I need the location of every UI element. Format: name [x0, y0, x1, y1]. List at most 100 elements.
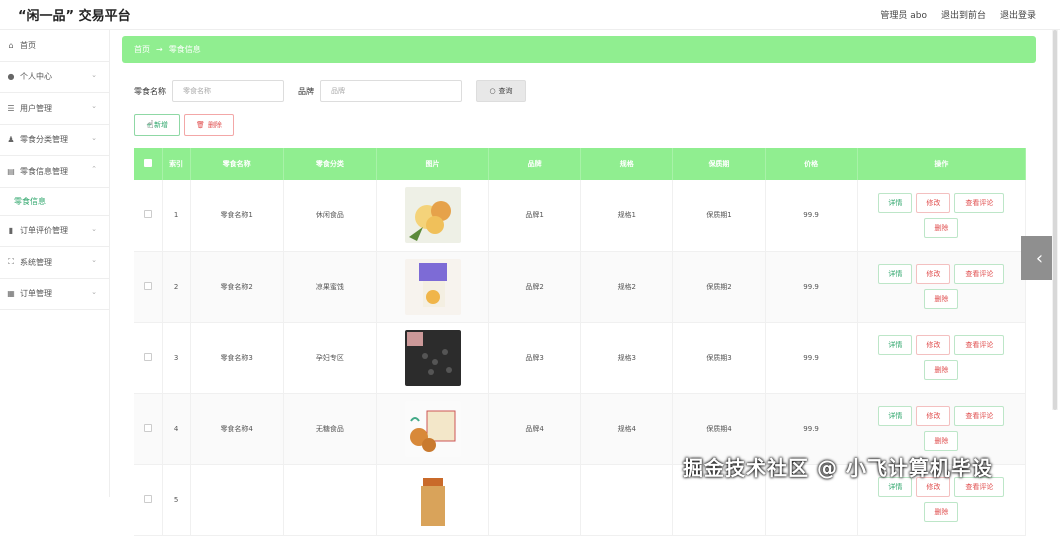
row-spec: 规格4 [580, 393, 674, 465]
row-shelf-life: 保质期3 [672, 322, 766, 394]
trash-icon: 🗑 [196, 121, 205, 129]
chevron-down-icon: ⌄ [91, 70, 97, 79]
watermark: 掘金技术社区 @ 小飞计算机毕设 [683, 456, 993, 480]
row-name: 零食名称1 [190, 180, 284, 252]
row-index: 4 [162, 393, 191, 465]
edit-button[interactable]: 修改 [916, 335, 951, 355]
chevron-down-icon: ⌄ [91, 287, 97, 296]
chevron-down-icon: ⌄ [91, 256, 97, 264]
row-image-cell [376, 393, 490, 465]
logout-link[interactable]: 退出登录 [1000, 8, 1036, 21]
system-icon: ⛶ [8, 257, 14, 267]
row-spec: 规格1 [580, 180, 674, 252]
row-checkbox[interactable] [143, 352, 152, 361]
column-header: 规格 [580, 148, 674, 180]
remove-button[interactable]: 删除 [924, 431, 959, 451]
list-icon: ☰ [7, 103, 15, 113]
add-button[interactable]: + 新增 [134, 114, 180, 136]
detail-button[interactable]: 详情 [878, 406, 913, 426]
detail-button[interactable]: 详情 [878, 192, 913, 213]
table-row: 1 零食名称1 休闲食品 品牌1 规格1 保质期1 99.9 详情 修改 查看评论 删除 [134, 180, 1027, 252]
sidebar-item-system[interactable]: ⛶ 系统管理 ⌄ [0, 247, 109, 279]
table-row: 3 零食名称3 孕妇专区 品牌3 规格3 保质期3 99.9 详情 修改 查看评论 删除 [134, 322, 1027, 394]
sidebar: ⌂ 首页 ● 个人中心 ⌄ ☰ 用户管理 ⌄ ♟ 零食分类管理 ⌄ ▤ 零食信息… [0, 30, 110, 497]
view-reviews-button[interactable]: 查看评论 [954, 192, 1005, 213]
row-shelf-life: 保质期1 [672, 180, 766, 252]
scrollbar-thumb[interactable] [1053, 30, 1057, 410]
main-content: 首页 → 零食信息 零食名称 零食名称 品牌 品牌 ○ 查询 + 新增 🗑 删除 [122, 30, 1040, 536]
detail-button[interactable]: 详情 [878, 335, 913, 355]
mouse-cursor-icon: ☝ [147, 118, 154, 131]
column-header: 索引 [162, 148, 191, 180]
sidebar-item-users[interactable]: ☰ 用户管理 ⌄ [0, 93, 109, 125]
row-checkbox[interactable] [143, 281, 152, 290]
sidebar-subitem-snack-info[interactable]: 零食信息 [0, 188, 109, 216]
column-header: 图片 [376, 148, 490, 180]
row-price: 99.9 [765, 322, 858, 394]
sidebar-item-home[interactable]: ⌂ 首页 [0, 30, 109, 62]
chevron-down-icon: ⌄ [91, 224, 97, 233]
select-all-checkbox[interactable] [143, 159, 152, 167]
back-to-front-link[interactable]: 退出到前台 [941, 8, 986, 21]
info-icon: ▤ [7, 166, 15, 176]
breadcrumb-home[interactable]: 首页 [134, 44, 150, 55]
row-image-cell [376, 464, 490, 536]
remove-button[interactable]: 删除 [924, 289, 959, 309]
edit-button[interactable]: 修改 [916, 406, 951, 426]
row-checkbox[interactable] [143, 494, 152, 503]
row-image-cell [376, 322, 490, 394]
edit-button[interactable]: 修改 [916, 192, 951, 213]
brand-label: 品牌 [298, 86, 314, 96]
remove-button[interactable]: 删除 [924, 217, 959, 238]
name-search-input[interactable]: 零食名称 [172, 80, 284, 102]
add-button-label: 新增 [153, 121, 168, 129]
sidebar-item-label: 零食信息管理 [20, 166, 68, 176]
remove-button[interactable]: 删除 [924, 502, 959, 522]
search-icon: ○ [489, 87, 496, 95]
name-label: 零食名称 [134, 86, 166, 96]
row-checkbox[interactable] [143, 423, 152, 432]
snack-image [404, 471, 461, 528]
sidebar-item-category[interactable]: ♟ 零食分类管理 ⌄ [0, 125, 109, 156]
scrollbar[interactable] [1052, 30, 1058, 410]
row-select-cell[interactable] [134, 322, 163, 394]
row-category: 孕妇专区 [283, 322, 377, 394]
row-brand: 品牌3 [488, 322, 582, 394]
row-index: 5 [162, 464, 191, 536]
delete-button[interactable]: 🗑 删除 [184, 114, 234, 136]
row-image-cell [376, 180, 490, 252]
row-actions: 详情 修改 查看评论删除 [857, 251, 1027, 323]
chart-icon: ▮ [8, 226, 14, 236]
row-select-cell[interactable] [134, 180, 163, 252]
view-reviews-button[interactable]: 查看评论 [954, 264, 1005, 284]
snack-image [404, 329, 461, 386]
row-category: 无糖食品 [283, 393, 377, 465]
sidebar-item-snack-info[interactable]: ▤ 零食信息管理 ⌃ [0, 156, 109, 188]
row-index: 1 [162, 180, 191, 252]
row-select-cell[interactable] [134, 251, 163, 323]
remove-button[interactable]: 删除 [924, 360, 959, 380]
row-name: 零食名称3 [190, 322, 284, 394]
detail-button[interactable]: 详情 [878, 264, 913, 284]
column-header: 品牌 [488, 148, 582, 180]
snack-image [404, 258, 461, 315]
view-reviews-button[interactable]: 查看评论 [954, 335, 1005, 355]
breadcrumb-separator: → [156, 45, 163, 54]
edit-button[interactable]: 修改 [916, 264, 951, 284]
sidebar-item-reviews[interactable]: ▮ 订单评价管理 ⌄ [0, 216, 109, 247]
query-button[interactable]: ○ 查询 [476, 80, 526, 102]
table-row: 2 零食名称2 凉果蜜饯 品牌2 规格2 保质期2 99.9 详情 修改 查看评论 删除 [134, 251, 1027, 323]
snack-image [404, 400, 461, 457]
row-checkbox[interactable] [143, 210, 152, 219]
row-select-cell[interactable] [134, 393, 163, 465]
view-reviews-button[interactable]: 查看评论 [954, 406, 1005, 426]
chevron-up-icon: ⌃ [91, 165, 97, 173]
row-actions: 详情 修改 查看评论删除 [857, 322, 1027, 394]
sidebar-item-personal[interactable]: ● 个人中心 ⌄ [0, 62, 109, 93]
select-all-header[interactable] [134, 148, 163, 180]
column-header: 零食分类 [283, 148, 377, 180]
sidebar-item-orders[interactable]: ▦ 订单管理 ⌄ [0, 279, 109, 310]
top-right-links: 管理员 abo 退出到前台 退出登录 [880, 8, 1036, 21]
brand-search-input[interactable]: 品牌 [320, 80, 462, 102]
row-select-cell[interactable] [134, 464, 163, 536]
